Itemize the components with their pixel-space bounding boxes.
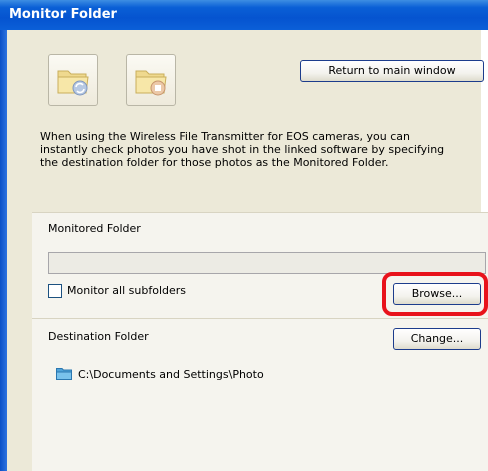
window-title: Monitor Folder [9,7,117,22]
monitor-subfolders-label: Monitor all subfolders [67,284,187,297]
folder-stop-button[interactable] [126,54,176,106]
monitor-subfolders-checkbox[interactable] [48,284,62,298]
return-to-main-window-button[interactable]: Return to main window [300,60,484,82]
change-button[interactable]: Change... [393,328,481,350]
destination-folder-heading: Destination Folder [48,330,149,343]
folder-sync-button[interactable] [48,54,98,106]
monitor-folder-window: Monitor Folder Return to main window Whe… [0,0,488,471]
window-left-border [0,30,7,471]
browse-highlight-annotation [382,272,488,316]
monitored-folder-heading: Monitored Folder [48,222,141,235]
folder-icon [56,368,72,380]
description-text: When using the Wireless File Transmitter… [40,130,445,169]
title-bar[interactable]: Monitor Folder [0,0,488,30]
folder-sync-icon [57,70,89,96]
destination-folder-path: C:\Documents and Settings\Photo [78,368,264,381]
folder-stop-icon [135,70,167,96]
monitored-folder-path-field[interactable] [48,252,486,274]
